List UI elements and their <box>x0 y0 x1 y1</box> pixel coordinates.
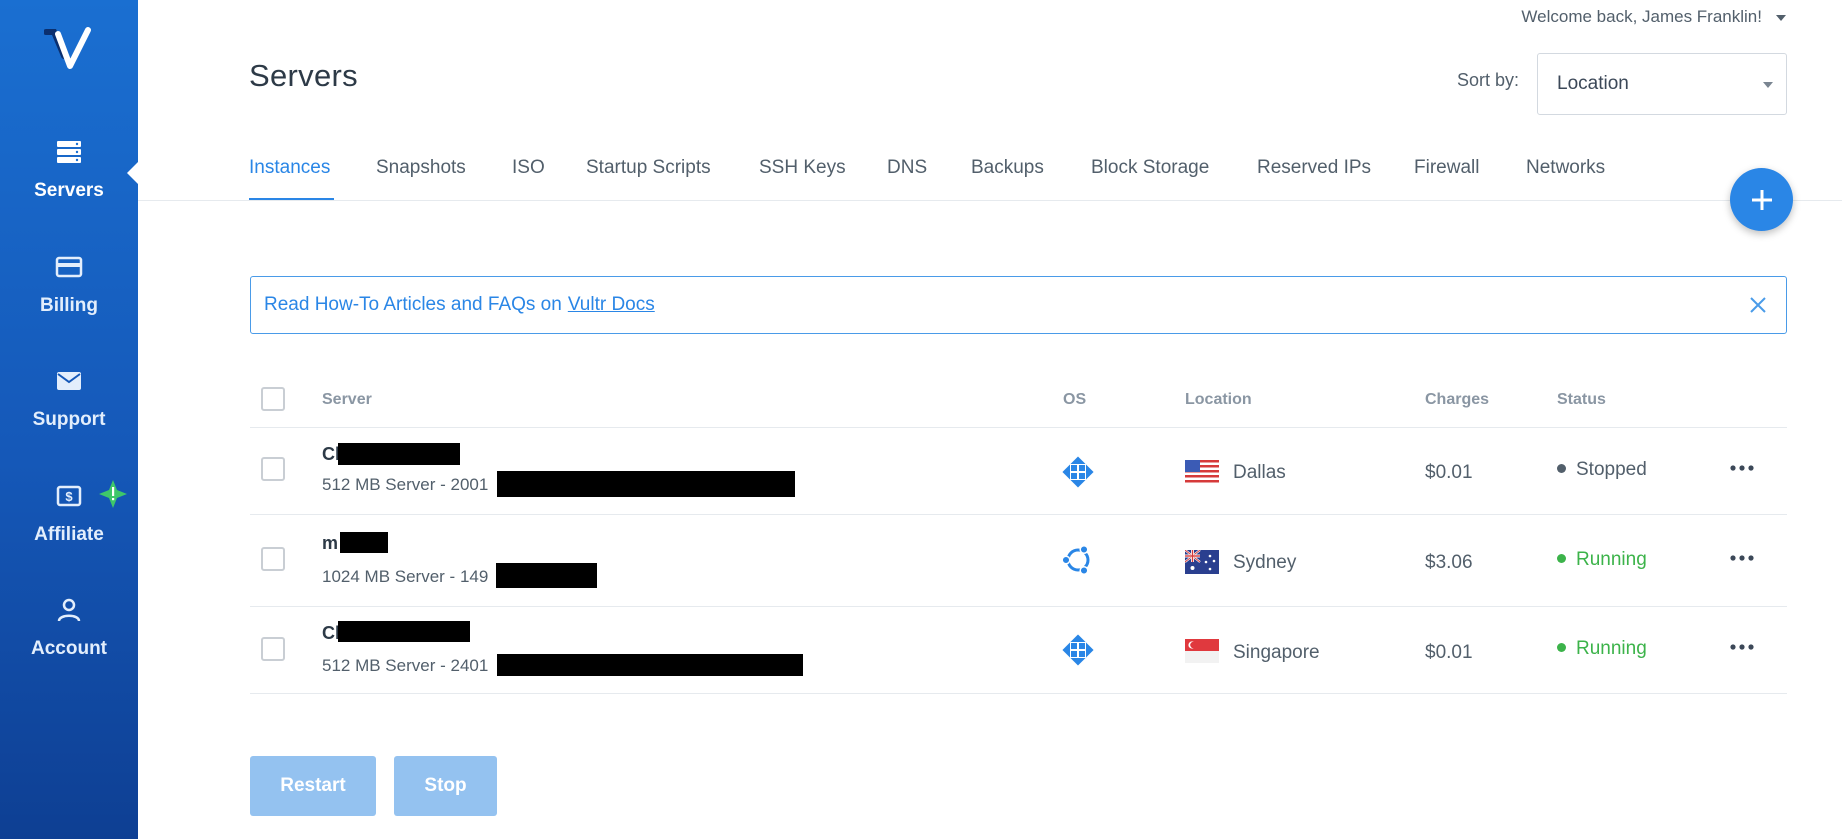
redaction <box>497 654 803 676</box>
envelope-icon <box>57 372 81 390</box>
sort-label: Sort by: <box>1457 70 1520 90</box>
select-all-checkbox[interactable] <box>261 387 285 411</box>
credit-card-icon <box>55 256 83 278</box>
redaction <box>338 443 460 465</box>
server-description: 512 MB Server - 2401 <box>322 656 489 675</box>
divider <box>250 606 1787 607</box>
sidebar-item-servers[interactable]: Servers <box>0 138 138 202</box>
divider <box>250 427 1787 428</box>
redaction <box>497 471 795 497</box>
welcome-text: Welcome back, James Franklin! <box>1521 7 1762 26</box>
sidebar-item-account[interactable]: Account <box>0 596 138 660</box>
more-options-icon[interactable] <box>1728 553 1756 563</box>
add-server-button[interactable] <box>1730 168 1793 231</box>
tab-dns[interactable]: DNS <box>887 157 927 179</box>
status-badge: Running <box>1557 549 1647 571</box>
centos-icon <box>1062 634 1094 666</box>
tab-networks[interactable]: Networks <box>1526 157 1605 179</box>
tab-instances[interactable]: Instances <box>249 157 330 179</box>
tab-ssh-keys[interactable]: SSH Keys <box>759 157 846 179</box>
divider <box>138 200 1842 201</box>
status-dot <box>1557 464 1566 474</box>
page-title: Servers <box>249 58 358 93</box>
status-text: Running <box>1576 638 1647 659</box>
status-badge: Stopped <box>1557 459 1647 481</box>
status-badge: Running <box>1557 638 1647 660</box>
tab-snapshots[interactable]: Snapshots <box>376 157 466 179</box>
sidebar-item-label: Affiliate <box>34 524 104 545</box>
sidebar-item-label: Account <box>31 638 107 659</box>
sidebar-item-label: Support <box>32 409 106 430</box>
plus-icon <box>1751 189 1772 210</box>
tab-startup-scripts[interactable]: Startup Scripts <box>586 157 711 179</box>
row-checkbox[interactable] <box>261 457 285 481</box>
banner-text: Read How-To Articles and FAQs on <box>264 294 562 315</box>
user-icon <box>57 598 81 622</box>
status-dot <box>1557 643 1566 653</box>
info-banner: Read How-To Articles and FAQs on Vultr D… <box>250 276 1787 334</box>
column-header-location[interactable]: Location <box>1185 391 1252 409</box>
server-location: Dallas <box>1233 462 1286 483</box>
server-name[interactable]: m <box>322 533 338 554</box>
server-charges: $0.01 <box>1425 642 1473 663</box>
chevron-down-icon <box>1776 14 1786 21</box>
tab-reserved-ips[interactable]: Reserved IPs <box>1257 157 1371 179</box>
sort-select[interactable]: Location <box>1537 53 1787 115</box>
more-options-icon[interactable] <box>1728 642 1756 652</box>
ubuntu-icon <box>1061 544 1090 576</box>
row-checkbox[interactable] <box>261 547 285 571</box>
divider <box>250 514 1787 515</box>
tab-firewall[interactable]: Firewall <box>1414 157 1479 179</box>
svg-text:$: $ <box>65 489 73 504</box>
sidebar-item-label: Servers <box>34 180 104 201</box>
restart-button[interactable]: Restart <box>250 756 376 816</box>
status-text: Stopped <box>1576 459 1647 480</box>
column-header-charges[interactable]: Charges <box>1425 391 1489 409</box>
sort-select-value: Location <box>1557 73 1629 94</box>
server-charges: $0.01 <box>1425 462 1473 483</box>
server-location: Singapore <box>1233 642 1320 663</box>
server-description: 512 MB Server - 2001 <box>322 475 489 494</box>
stop-button[interactable]: Stop <box>394 756 497 816</box>
server-charges: $3.06 <box>1425 552 1473 573</box>
dollar-icon: $ <box>56 485 82 507</box>
notification-icon <box>99 480 127 508</box>
sidebar-item-billing[interactable]: Billing <box>0 253 138 317</box>
servers-icon <box>57 141 81 163</box>
chevron-down-icon <box>1763 82 1773 88</box>
centos-icon <box>1062 456 1094 488</box>
column-header-status[interactable]: Status <box>1557 391 1606 409</box>
tab-block-storage[interactable]: Block Storage <box>1091 157 1209 179</box>
sidebar-item-label: Billing <box>39 295 99 316</box>
close-icon[interactable] <box>1748 295 1768 315</box>
sidebar-item-support[interactable]: Support <box>0 367 138 431</box>
active-nav-indicator <box>127 161 139 185</box>
vultr-logo[interactable] <box>44 26 94 74</box>
column-header-os[interactable]: OS <box>1063 391 1086 409</box>
tab-iso[interactable]: ISO <box>512 157 545 179</box>
sg-flag <box>1185 639 1219 663</box>
sidebar: Servers Billing Support $ Affiliate Acco… <box>0 0 139 839</box>
redaction <box>340 532 388 553</box>
status-dot <box>1557 554 1566 564</box>
us-flag <box>1185 460 1219 484</box>
au-flag <box>1185 550 1219 574</box>
column-header-server[interactable]: Server <box>322 391 372 409</box>
vultr-docs-link[interactable]: Vultr Docs <box>568 294 655 316</box>
tab-backups[interactable]: Backups <box>971 157 1044 179</box>
server-description: 1024 MB Server - 149 <box>322 567 489 586</box>
redaction <box>496 563 597 588</box>
user-menu[interactable]: Welcome back, James Franklin! <box>1521 7 1786 27</box>
redaction <box>338 621 470 642</box>
divider <box>250 693 1787 694</box>
row-checkbox[interactable] <box>261 637 285 661</box>
more-options-icon[interactable] <box>1728 463 1756 473</box>
server-location: Sydney <box>1233 552 1297 573</box>
status-text: Running <box>1576 549 1647 570</box>
